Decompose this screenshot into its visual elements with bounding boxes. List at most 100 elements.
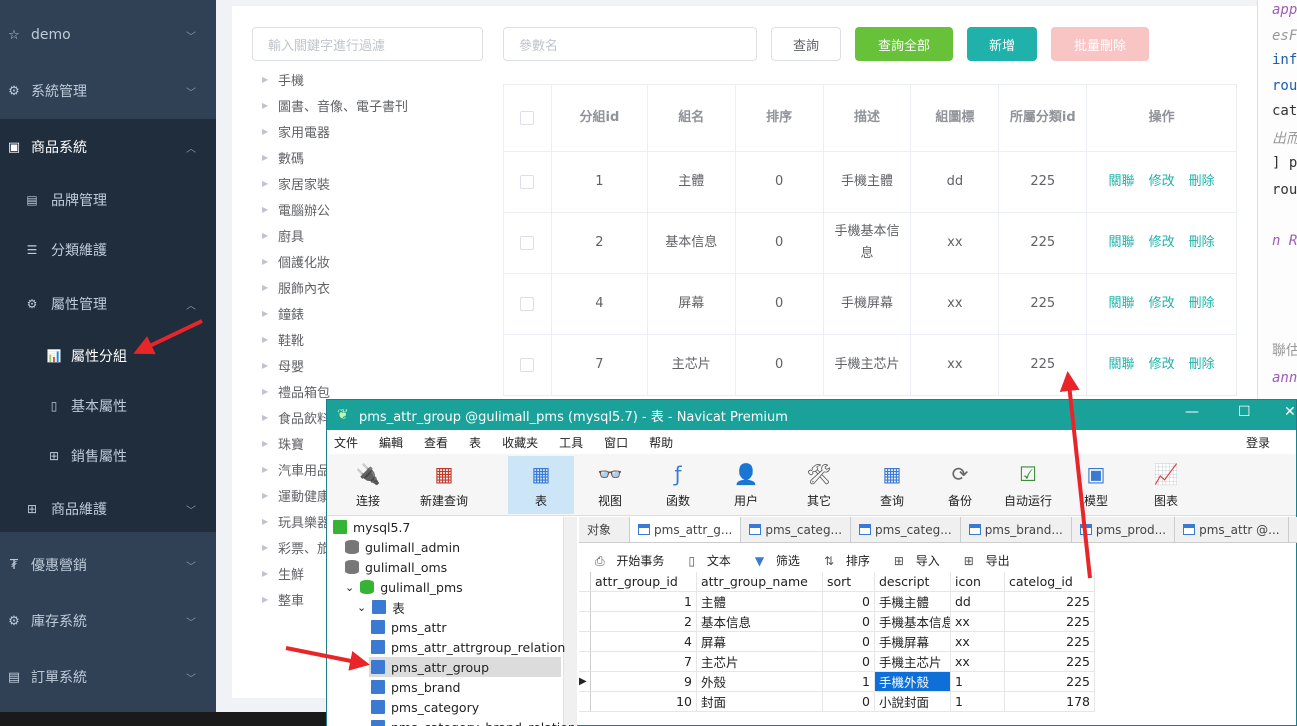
checkbox[interactable] bbox=[520, 175, 535, 189]
grid-column-header[interactable]: attr_group_name bbox=[697, 572, 823, 592]
caret-right-icon[interactable]: ▶ bbox=[262, 569, 278, 578]
grid-cell[interactable]: 小說封面 bbox=[875, 692, 951, 712]
sidebar-item-product-maintain[interactable]: ⊞ 商品維護 ﹀ bbox=[0, 481, 216, 537]
sidebar-item-demo[interactable]: ☆ demo ﹀ bbox=[0, 7, 216, 63]
grid-cell[interactable]: 外殼 bbox=[697, 672, 823, 692]
grid-cell[interactable]: 主體 bbox=[697, 592, 823, 612]
chevron-down-icon[interactable]: ⌄ bbox=[345, 581, 354, 594]
batch-delete-button[interactable]: 批量刪除 bbox=[1051, 27, 1149, 61]
menu-item[interactable]: 文件 bbox=[334, 434, 358, 451]
toolbar-user-button[interactable]: 👤 用户 bbox=[713, 456, 779, 514]
text-button[interactable]: ▯ 文本 bbox=[680, 552, 730, 569]
toolbar-checklist-button[interactable]: ☑ 自动运行 bbox=[995, 456, 1061, 514]
table-row[interactable]: 2 基本信息 0 手機基本信息 xx 225 關聯 修改 刪除 bbox=[504, 213, 1237, 274]
add-button[interactable]: 新增 bbox=[967, 27, 1037, 61]
caret-right-icon[interactable]: ▶ bbox=[262, 283, 278, 292]
relation-link[interactable]: 關聯 bbox=[1109, 354, 1135, 376]
caret-right-icon[interactable]: ▶ bbox=[262, 387, 278, 396]
toolbar-chart-button[interactable]: 📈 图表 bbox=[1133, 456, 1199, 514]
sidebar-item-system[interactable]: ⚙ 系統管理 ﹀ bbox=[0, 63, 216, 119]
menu-item[interactable]: 查看 bbox=[424, 434, 448, 451]
row-selector[interactable] bbox=[579, 632, 591, 652]
row-selector[interactable] bbox=[579, 692, 591, 712]
tree-item[interactable]: pms_attr bbox=[371, 617, 446, 637]
menu-item[interactable]: 工具 bbox=[559, 434, 583, 451]
row-checkbox-cell[interactable] bbox=[504, 335, 552, 396]
table-row[interactable]: 1 主體 0 手機主體 dd 225 關聯 修改 刪除 bbox=[504, 152, 1237, 213]
current-row-indicator-icon[interactable]: ▶ bbox=[579, 672, 591, 692]
maximize-icon[interactable]: ☐ bbox=[1238, 404, 1251, 420]
edit-link[interactable]: 修改 bbox=[1149, 171, 1175, 193]
grid-cell[interactable]: 手機屏幕 bbox=[875, 632, 951, 652]
sidebar-item-basic-attr[interactable]: ▯ 基本屬性 bbox=[0, 381, 216, 431]
grid-row[interactable]: 7 主芯片 0 手機主芯片 xx 225 bbox=[579, 652, 1095, 672]
tree-node[interactable]: ▶ 廚具 bbox=[262, 222, 492, 248]
grid-cell[interactable]: 1 bbox=[951, 672, 1005, 692]
sidebar-item-category[interactable]: ☰ 分類維護 bbox=[0, 225, 216, 275]
toolbar-table-button[interactable]: ▦ 表 bbox=[508, 456, 574, 514]
tree-item[interactable]: pms_brand bbox=[371, 677, 460, 697]
grid-cell[interactable]: 手機主體 bbox=[875, 592, 951, 612]
grid-cell[interactable]: 7 bbox=[591, 652, 697, 672]
filter-input[interactable]: 輸入關鍵字進行過濾 bbox=[252, 27, 483, 61]
table-row[interactable]: 4 屏幕 0 手機屏幕 xx 225 關聯 修改 刪除 bbox=[504, 274, 1237, 335]
tree-item[interactable]: gulimall_admin bbox=[345, 537, 460, 557]
row-checkbox-cell[interactable] bbox=[504, 152, 552, 213]
caret-right-icon[interactable]: ▶ bbox=[262, 413, 278, 422]
grid-cell[interactable]: 225 bbox=[1005, 612, 1095, 632]
caret-right-icon[interactable]: ▶ bbox=[262, 335, 278, 344]
toolbar-table-add-button[interactable]: ▦ 新建查询 bbox=[411, 456, 477, 514]
grid-cell[interactable]: 手機主芯片 bbox=[875, 652, 951, 672]
object-tab[interactable]: pms_categ... bbox=[851, 517, 961, 542]
grid-cell[interactable]: 1 bbox=[591, 592, 697, 612]
grid-cell[interactable]: 封面 bbox=[697, 692, 823, 712]
grid-cell[interactable]: 9 bbox=[591, 672, 697, 692]
toolbar-tools-button[interactable]: 🛠 其它 bbox=[786, 456, 852, 514]
tree-item[interactable]: ⌄ gulimall_pms bbox=[345, 577, 463, 597]
grid-cell[interactable]: 基本信息 bbox=[697, 612, 823, 632]
tree-node[interactable]: ▶ 服飾內衣 bbox=[262, 274, 492, 300]
select-all-checkbox-cell[interactable] bbox=[504, 85, 552, 152]
grid-cell[interactable]: 屏幕 bbox=[697, 632, 823, 652]
tree-node[interactable]: ▶ 電腦辦公 bbox=[262, 196, 492, 222]
caret-right-icon[interactable]: ▶ bbox=[262, 75, 278, 84]
edit-link[interactable]: 修改 bbox=[1149, 232, 1175, 254]
edit-link[interactable]: 修改 bbox=[1149, 293, 1175, 315]
tree-item[interactable]: pms_category_brand_relation bbox=[371, 717, 576, 726]
tree-node[interactable]: ▶ 鐘錶 bbox=[262, 300, 492, 326]
tree-item[interactable]: pms_category bbox=[371, 697, 479, 717]
close-icon[interactable]: ✕ bbox=[1284, 404, 1296, 420]
grid-cell[interactable]: 225 bbox=[1005, 592, 1095, 612]
checkbox[interactable] bbox=[520, 236, 535, 250]
caret-right-icon[interactable]: ▶ bbox=[262, 101, 278, 110]
minimize-icon[interactable]: — bbox=[1185, 404, 1199, 420]
object-tab[interactable]: pms_brand... bbox=[961, 517, 1072, 542]
grid-cell[interactable]: 2 bbox=[591, 612, 697, 632]
caret-right-icon[interactable]: ▶ bbox=[262, 439, 278, 448]
grid-cell[interactable]: 手機基本信息 bbox=[875, 612, 951, 632]
relation-link[interactable]: 關聯 bbox=[1109, 171, 1135, 193]
caret-right-icon[interactable]: ▶ bbox=[262, 361, 278, 370]
grid-cell[interactable]: 178 bbox=[1005, 692, 1095, 712]
caret-right-icon[interactable]: ▶ bbox=[262, 517, 278, 526]
tree-node[interactable]: ▶ 個護化妝 bbox=[262, 248, 492, 274]
caret-right-icon[interactable]: ▶ bbox=[262, 543, 278, 552]
checkbox[interactable] bbox=[520, 358, 535, 372]
menu-item[interactable]: 編輯 bbox=[379, 434, 403, 451]
tree-node[interactable]: ▶ 圖書、音像、電子書刊 bbox=[262, 92, 492, 118]
grid-cell[interactable]: dd bbox=[951, 592, 1005, 612]
grid-cell[interactable]: xx bbox=[951, 632, 1005, 652]
object-tab[interactable]: pms_prod... bbox=[1072, 517, 1176, 542]
grid-cell[interactable]: 1 bbox=[823, 672, 875, 692]
grid-cell[interactable]: 主芯片 bbox=[697, 652, 823, 672]
login-menu[interactable]: 登录 bbox=[1246, 434, 1270, 451]
tree-node[interactable]: ▶ 家用電器 bbox=[262, 118, 492, 144]
grid-cell[interactable]: 1 bbox=[951, 692, 1005, 712]
grid-cell[interactable]: 0 bbox=[823, 692, 875, 712]
sidebar-item-attr-group[interactable]: 📊 屬性分組 bbox=[0, 331, 216, 381]
object-tab[interactable]: pms_categ... bbox=[741, 517, 852, 542]
query-button[interactable]: 查詢 bbox=[771, 27, 841, 61]
grid-column-header[interactable]: catelog_id bbox=[1005, 572, 1095, 592]
grid-cell[interactable]: 0 bbox=[823, 592, 875, 612]
delete-link[interactable]: 刪除 bbox=[1189, 171, 1215, 193]
